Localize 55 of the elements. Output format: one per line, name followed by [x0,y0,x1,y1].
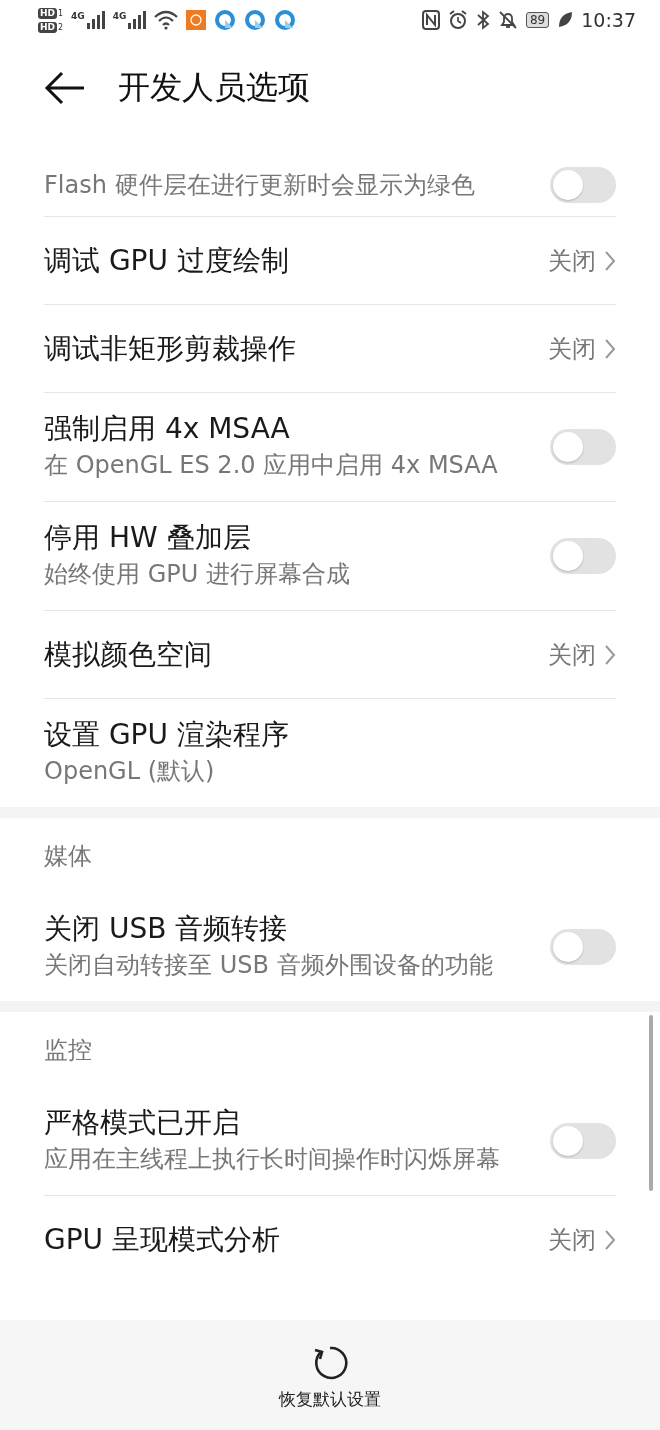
toggle-switch[interactable] [550,929,616,965]
settings-row[interactable]: 停用 HW 叠加层 始终使用 GPU 进行屏幕合成 [44,502,616,611]
section-header: 媒体 [44,840,92,872]
setting-title: 关闭 USB 音频转接 [44,911,289,947]
leaf-icon [557,11,574,29]
chevron-icon [604,337,616,360]
battery-level: 89 [525,12,550,28]
value-link[interactable]: 关闭 [548,332,616,365]
setting-title: 强制启用 4x MSAA [44,411,291,447]
app-notification-icon [186,10,207,30]
muted-bell-icon [497,10,518,30]
back-button[interactable] [44,69,86,106]
setting-description: 始终使用 GPU 进行屏幕合成 [44,559,351,590]
setting-description: 关闭自动转接至 USB 音频外围设备的功能 [44,950,494,981]
value-link[interactable]: 关闭 [548,244,616,277]
bluetooth-icon [475,10,490,30]
alarm-icon [447,10,468,30]
setting-title: GPU 呈现模式分析 [44,1222,281,1258]
reset-defaults-button[interactable]: 恢复默认设置 [279,1320,381,1411]
app-notification-icon [214,9,237,31]
settings-row[interactable]: Flash 硬件层在进行更新时会显示为绿色 [44,135,616,217]
toggle-switch[interactable] [550,1123,616,1159]
settings-row[interactable]: 设置 GPU 渲染程序 OpenGL (默认) [44,699,616,807]
nfc-icon [421,10,440,30]
setting-title: 停用 HW 叠加层 [44,520,252,556]
value-link[interactable]: 关闭 [548,638,616,671]
page-title: 开发人员选项 [118,66,310,108]
toggle-switch[interactable] [550,429,616,465]
section-header: 监控 [44,1034,92,1066]
toggle-switch[interactable] [550,538,616,574]
setting-description: 在 OpenGL ES 2.0 应用中启用 4x MSAA [44,450,499,481]
value-link[interactable]: 关闭 [548,1224,616,1256]
app-notification-icon [274,9,297,31]
wifi-icon [154,10,179,30]
settings-row[interactable]: 严格模式已开启 应用在主线程上执行长时间操作时闪烁屏幕 [44,1087,616,1196]
setting-title: 模拟颜色空间 [44,636,213,673]
chevron-icon [604,249,616,272]
settings-row[interactable]: 关闭 USB 音频转接 关闭自动转接至 USB 音频外围设备的功能 [44,893,616,1001]
toggle-switch[interactable] [550,167,616,203]
setting-title: 调试 GPU 过度绘制 [44,242,290,279]
clock-time: 10:37 [581,9,636,31]
setting-title: 调试非矩形剪裁操作 [44,330,297,367]
chevron-icon [604,643,616,666]
setting-description: Flash 硬件层在进行更新时会显示为绿色 [44,170,476,201]
setting-title: 严格模式已开启 [44,1105,241,1141]
settings-row[interactable]: GPU 呈现模式分析 关闭 [44,1196,616,1284]
settings-row[interactable]: 调试 GPU 过度绘制 关闭 [44,217,616,305]
settings-row[interactable]: 强制启用 4x MSAA 在 OpenGL ES 2.0 应用中启用 4x MSAA [44,393,616,502]
app-notification-icon [244,9,267,31]
setting-description: OpenGL (默认) [44,756,216,787]
setting-title: 设置 GPU 渲染程序 [44,717,290,753]
setting-description: 应用在主线程上执行长时间操作时闪烁屏幕 [44,1144,501,1175]
settings-row[interactable]: 模拟颜色空间 关闭 [44,611,616,699]
chevron-icon [604,1229,616,1251]
settings-row[interactable]: 调试非矩形剪裁操作 关闭 [44,305,616,393]
